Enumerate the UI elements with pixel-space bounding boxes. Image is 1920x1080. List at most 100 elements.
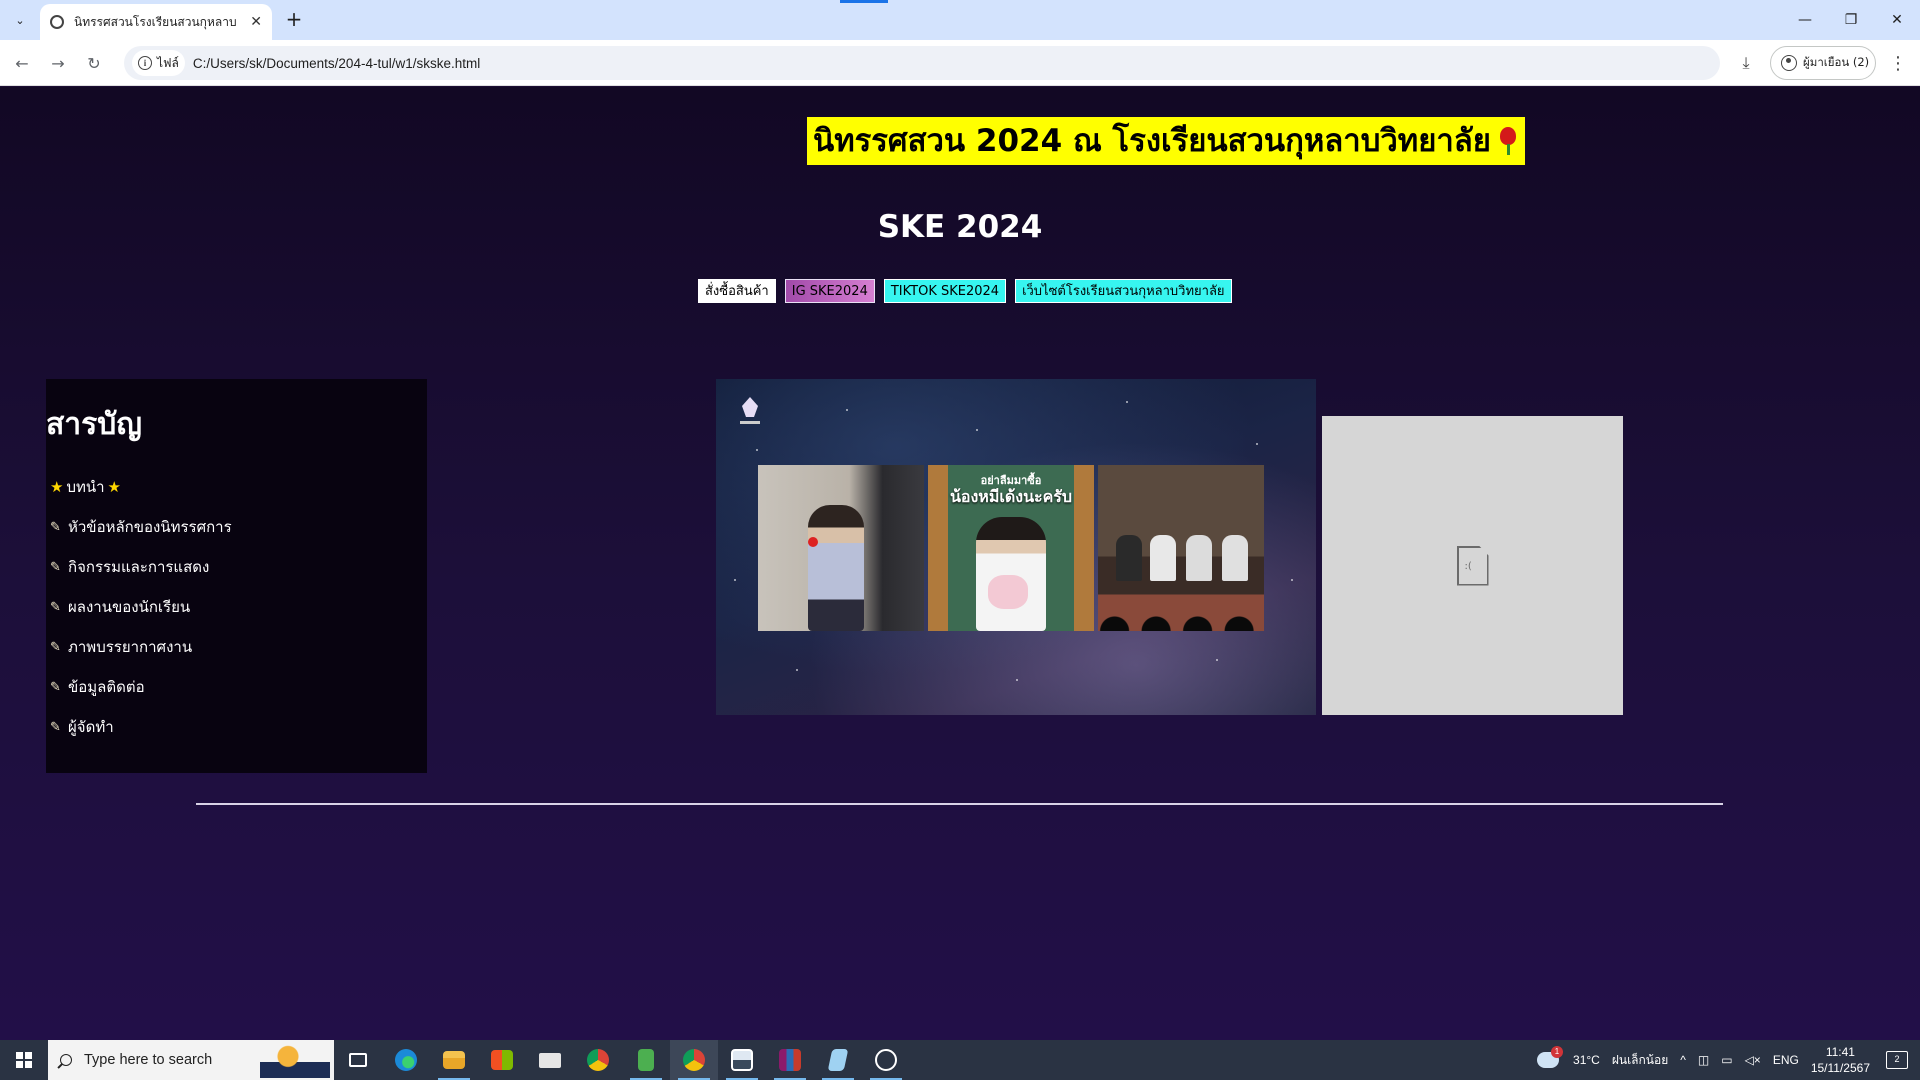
sub-heading: SKE 2024	[877, 209, 1043, 245]
page-content: นิทรรศสวน 2024 ณ โรงเรียนสวนกุหลาบวิทยาล…	[0, 87, 1920, 1040]
chrome-active-icon[interactable]	[670, 1040, 718, 1080]
toc-item-label: บทนำ	[66, 478, 105, 496]
profile-label: ผู้มาเยือน (2)	[1803, 55, 1870, 69]
toc-item-student-works[interactable]: ✎ ผลงานของนักเรียน	[50, 587, 232, 627]
taskbar-search[interactable]: Type here to search	[48, 1040, 334, 1080]
rose-icon	[1497, 125, 1519, 155]
notepad-plus-icon[interactable]	[814, 1040, 862, 1080]
weather-temperature[interactable]: 31°C	[1573, 1053, 1600, 1067]
browser-toolbar: ← → ↻ i ไฟล์ C:/Users/sk/Documents/204-4…	[0, 40, 1920, 86]
toc-list: ★ บทนำ ★ ✎ หัวข้อหลักของนิทรรศการ ✎ กิจก…	[50, 467, 232, 747]
site-info-chip[interactable]: i ไฟล์	[132, 50, 185, 76]
close-tab-icon[interactable]: ✕	[250, 14, 262, 30]
toc-item-authors[interactable]: ✎ ผู้จัดทำ	[50, 707, 232, 747]
photo-panel-stage	[1098, 465, 1264, 631]
tab-indicator	[840, 0, 888, 3]
star-icon: ★	[50, 478, 64, 496]
toc-item-intro[interactable]: ★ บทนำ ★	[50, 467, 232, 507]
clock-time: 11:41	[1825, 1045, 1855, 1059]
toc-item-main-topics[interactable]: ✎ หัวข้อหลักของนิทรรศการ	[50, 507, 232, 547]
profile-icon	[1781, 55, 1797, 71]
edge-icon[interactable]	[382, 1040, 430, 1080]
nav-link-school-website[interactable]: เว็บไซต์โรงเรียนสวนกุหลาบวิทยาลัย	[1015, 279, 1232, 303]
nav-link-tiktok[interactable]: TIKTOK SKE2024	[883, 279, 1007, 303]
main-heading: นิทรรศสวน 2024 ณ โรงเรียนสวนกุหลาบวิทยาล…	[807, 117, 1525, 165]
toc-item-label: ผลงานของนักเรียน	[68, 598, 191, 616]
store-icon[interactable]	[478, 1040, 526, 1080]
tab-search-button[interactable]: ⌄	[8, 8, 32, 32]
close-window-button[interactable]: ✕	[1874, 0, 1920, 40]
photos-icon[interactable]	[718, 1040, 766, 1080]
network-icon[interactable]: ▭	[1721, 1053, 1732, 1067]
window-controls: — ❐ ✕	[1782, 0, 1920, 40]
clock-date: 15/11/2567	[1810, 1061, 1870, 1075]
promo-caption-big: น้องหมีเด้งนะครับ	[949, 487, 1073, 506]
toc-item-photos[interactable]: ✎ ภาพบรรยากาศงาน	[50, 627, 232, 667]
broken-page-icon: :(	[1456, 545, 1489, 586]
tab-title: นิทรรศสวนโรงเรียนสวนกุหลาบ	[74, 14, 237, 29]
photo-bear-promo: อย่าลืมมาซื้อ น้องหมีเด้งนะครับ	[928, 465, 1094, 631]
toc-item-label: ข้อมูลติดต่อ	[68, 678, 145, 696]
winrar-icon[interactable]	[766, 1040, 814, 1080]
game-icon[interactable]	[862, 1040, 910, 1080]
photo-presentation	[758, 465, 924, 631]
browser-tab[interactable]: นิทรรศสวนโรงเรียนสวนกุหลาบ ✕	[40, 4, 272, 40]
windows-taskbar: Type here to search 31°C ฝนเล็กน้อย ^ ◫ …	[0, 1040, 1920, 1080]
pencil-icon: ✎	[50, 639, 61, 655]
pencil-icon: ✎	[50, 719, 61, 735]
site-chip-label: ไฟล์	[157, 55, 179, 70]
kebab-menu-icon[interactable]: ⋮	[1886, 49, 1910, 77]
file-explorer-icon[interactable]	[430, 1040, 478, 1080]
task-view-icon[interactable]	[334, 1040, 382, 1080]
globe-icon	[50, 15, 64, 29]
forward-button[interactable]: →	[44, 49, 72, 77]
weather-icon[interactable]	[1537, 1046, 1564, 1068]
pencil-icon: ✎	[50, 559, 61, 575]
nav-link-shop[interactable]: สั่งซื้อสินค้า	[698, 279, 776, 303]
event-logo-icon	[738, 397, 762, 427]
url-text[interactable]: C:/Users/sk/Documents/204-4-tul/w1/skske…	[193, 56, 480, 71]
windows-logo-icon	[16, 1052, 32, 1068]
nav-link-instagram[interactable]: IG SKE2024	[784, 279, 875, 303]
toc-item-activities[interactable]: ✎ กิจกรรมและการแสดง	[50, 547, 232, 587]
toc-item-label: ผู้จัดทำ	[68, 718, 114, 736]
hero-image: อย่าลืมมาซื้อ น้องหมีเด้งนะครับ	[716, 379, 1316, 715]
system-tray: 31°C ฝนเล็กน้อย ^ ◫ ▭ ◁× ENG 11:41 15/11…	[1537, 1040, 1920, 1080]
profile-button[interactable]: ผู้มาเยือน (2)	[1770, 46, 1876, 80]
restore-button[interactable]: ❐	[1828, 0, 1874, 40]
chrome-icon[interactable]	[574, 1040, 622, 1080]
download-icon[interactable]: ⤓	[1732, 49, 1760, 77]
toc-item-contact[interactable]: ✎ ข้อมูลติดต่อ	[50, 667, 232, 707]
notification-center-icon[interactable]: 2	[1886, 1051, 1908, 1069]
pencil-icon: ✎	[50, 519, 61, 535]
chevron-up-icon[interactable]: ^	[1680, 1053, 1686, 1067]
meet-now-icon[interactable]: ◫	[1698, 1053, 1709, 1067]
notepad-icon[interactable]	[622, 1040, 670, 1080]
back-button[interactable]: ←	[8, 49, 36, 77]
toc-item-label: ภาพบรรยากาศงาน	[68, 638, 193, 656]
toc-item-label: กิจกรรมและการแสดง	[68, 558, 210, 576]
embedded-frame-placeholder[interactable]: :(	[1322, 416, 1623, 715]
search-highlight-art	[260, 1042, 330, 1078]
language-indicator[interactable]: ENG	[1773, 1053, 1799, 1067]
search-placeholder: Type here to search	[84, 1052, 213, 1068]
weather-description[interactable]: ฝนเล็กน้อย	[1612, 1051, 1668, 1070]
minimize-button[interactable]: —	[1782, 0, 1828, 40]
address-bar[interactable]: i ไฟล์ C:/Users/sk/Documents/204-4-tul/w…	[124, 46, 1720, 80]
horizontal-divider	[196, 803, 1723, 805]
reload-button[interactable]: ↻	[80, 49, 108, 77]
start-button[interactable]	[0, 1040, 48, 1080]
main-heading-text: นิทรรศสวน 2024 ณ โรงเรียนสวนกุหลาบวิทยาล…	[813, 123, 1491, 159]
nav-links: สั่งซื้อสินค้า IG SKE2024 TIKTOK SKE2024…	[698, 279, 1232, 303]
star-icon: ★	[107, 478, 121, 496]
table-of-contents: สารบัญ ★ บทนำ ★ ✎ หัวข้อหลักของนิทรรศการ…	[46, 379, 427, 773]
new-tab-button[interactable]: +	[282, 8, 306, 32]
pencil-icon: ✎	[50, 679, 61, 695]
pencil-icon: ✎	[50, 599, 61, 615]
clock[interactable]: 11:41 15/11/2567	[1811, 1044, 1870, 1076]
browser-tab-bar: ⌄ นิทรรศสวนโรงเรียนสวนกุหลาบ ✕ + — ❐ ✕	[0, 0, 1920, 40]
notification-count: 2	[1894, 1054, 1900, 1064]
volume-muted-icon[interactable]: ◁×	[1745, 1053, 1761, 1067]
mail-icon[interactable]	[526, 1040, 574, 1080]
toc-item-label: หัวข้อหลักของนิทรรศการ	[68, 518, 232, 536]
